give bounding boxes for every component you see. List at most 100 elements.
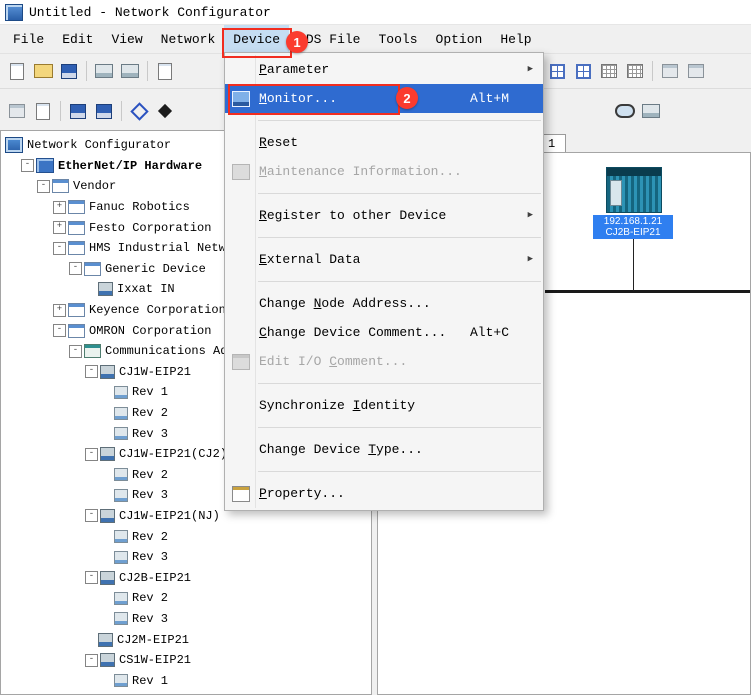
menu-file[interactable]: File [4,25,53,53]
folder-icon [68,200,85,214]
collapse-icon[interactable]: - [85,365,98,378]
collapse-icon[interactable]: - [37,180,50,193]
folder-icon [52,179,69,193]
tree-item-rev-1[interactable]: Rev 1 [1,670,371,691]
device-icon [98,633,113,647]
insert-network-icon[interactable] [126,99,152,123]
expander-spacer [101,613,112,624]
device-status-icon[interactable] [638,99,664,123]
menu-item-label: Maintenance Information... [259,164,462,179]
menu-item-change-device-type[interactable]: Change Device Type... [225,435,543,464]
download-to-device-icon[interactable] [65,99,91,123]
tree-item-label: Rev 2 [132,468,168,482]
device-icon [100,653,115,667]
menu-help[interactable]: Help [491,25,540,53]
rev-icon [114,551,128,564]
tree-item-cj2m-eip21[interactable]: CJ2M-EIP21 [1,629,371,650]
list-view-icon[interactable] [596,59,622,83]
menu-device[interactable]: Device [224,25,289,53]
collapse-icon[interactable]: - [85,509,98,522]
folder-icon [68,221,85,235]
expander-spacer [85,634,96,645]
parameter-edit-icon[interactable] [4,99,30,123]
toolbar2-right-group [612,89,664,133]
save-file-icon[interactable] [56,59,82,83]
insert-device-icon[interactable] [152,99,178,123]
device-ip: 192.168.1.21 [593,216,673,227]
find-device-icon[interactable] [612,99,638,123]
tree-item-label: CS1W-EIP21 [119,653,191,667]
tree-item-rev-2[interactable]: Rev 2 [1,588,371,609]
expander-spacer [101,408,112,419]
upload-from-network-icon[interactable] [117,59,143,83]
menu-item-edit-i-o-comment: Edit I/O Comment... [225,347,543,376]
tree-item-rev-3[interactable]: Rev 3 [1,609,371,630]
menu-item-monitor[interactable]: Monitor...Alt+M [225,84,543,113]
upload-from-device-icon[interactable] [91,99,117,123]
tree-item-cs1w-eip21[interactable]: - CS1W-EIP21 [1,650,371,671]
tree-item-label: Vendor [73,179,116,193]
folder-icon [68,241,85,255]
toolbar-separator [121,101,122,121]
expand-icon[interactable]: + [53,221,66,234]
tree-item-label: Rev 2 [132,591,168,605]
tree-item-rev-2[interactable]: Rev 2 [1,526,371,547]
menu-item-synchronize-identity[interactable]: Synchronize Identity [225,391,543,420]
collapse-icon[interactable]: - [69,345,82,358]
menu-item-parameter[interactable]: Parameter▶ [225,55,543,84]
expand-icon[interactable]: + [53,304,66,317]
property-icon [232,486,250,502]
plc-device-icon[interactable] [606,167,662,213]
maintenance-icon [232,164,250,180]
device-icon [100,365,115,379]
rev-icon [114,674,128,687]
menu-item-external-data[interactable]: External Data▶ [225,245,543,274]
menu-item-change-device-comment[interactable]: Change Device Comment...Alt+C [225,318,543,347]
menu-item-register-to-other-device[interactable]: Register to other Device▶ [225,201,543,230]
menu-network[interactable]: Network [152,25,225,53]
menu-item-label: Reset [259,135,298,150]
detail-view-icon[interactable] [622,59,648,83]
menu-item-label: Change Device Type... [259,442,423,457]
io-table-icon[interactable] [30,99,56,123]
window-cascade-icon[interactable] [657,59,683,83]
collapse-icon[interactable]: - [85,654,98,667]
download-to-network-icon[interactable] [91,59,117,83]
tree-item-label: Fanuc Robotics [89,200,190,214]
menu-tools[interactable]: Tools [370,25,427,53]
expander-spacer [101,593,112,604]
menu-separator [258,383,541,384]
folder-icon [84,262,101,276]
collapse-icon[interactable]: - [85,448,98,461]
menu-edit[interactable]: Edit [53,25,102,53]
collapse-icon[interactable]: - [53,242,66,255]
collapse-icon[interactable]: - [85,571,98,584]
expand-icon[interactable]: + [53,201,66,214]
menu-item-label: Change Node Address... [259,296,431,311]
collapse-icon[interactable]: - [53,324,66,337]
device-icon [100,571,115,585]
menu-option[interactable]: Option [427,25,492,53]
expander-spacer [101,469,112,480]
open-file-icon[interactable] [30,59,56,83]
menu-item-reset[interactable]: Reset [225,128,543,157]
menu-item-label: Monitor... [259,91,337,106]
menu-item-change-node-address[interactable]: Change Node Address... [225,289,543,318]
collapse-icon[interactable]: - [69,262,82,275]
small-icon-view-icon[interactable] [570,59,596,83]
plc-top-band [607,168,661,176]
device-label[interactable]: 192.168.1.21 CJ2B-EIP21 [593,215,673,239]
menu-view[interactable]: View [102,25,151,53]
tree-item-rev-3[interactable]: Rev 3 [1,547,371,568]
window-tile-icon[interactable] [683,59,709,83]
collapse-icon[interactable]: - [21,159,34,172]
edit-sheet-icon[interactable] [152,59,178,83]
new-document-icon[interactable] [4,59,30,83]
window-title: Untitled - Network Configurator [29,5,271,20]
rev-icon [114,612,128,625]
folder-icon [68,303,85,317]
tree-item-cj2b-eip21[interactable]: -CJ2B-EIP21 [1,567,371,588]
large-icon-view-icon[interactable] [544,59,570,83]
menu-separator [258,471,541,472]
menu-item-property[interactable]: Property... [225,479,543,508]
